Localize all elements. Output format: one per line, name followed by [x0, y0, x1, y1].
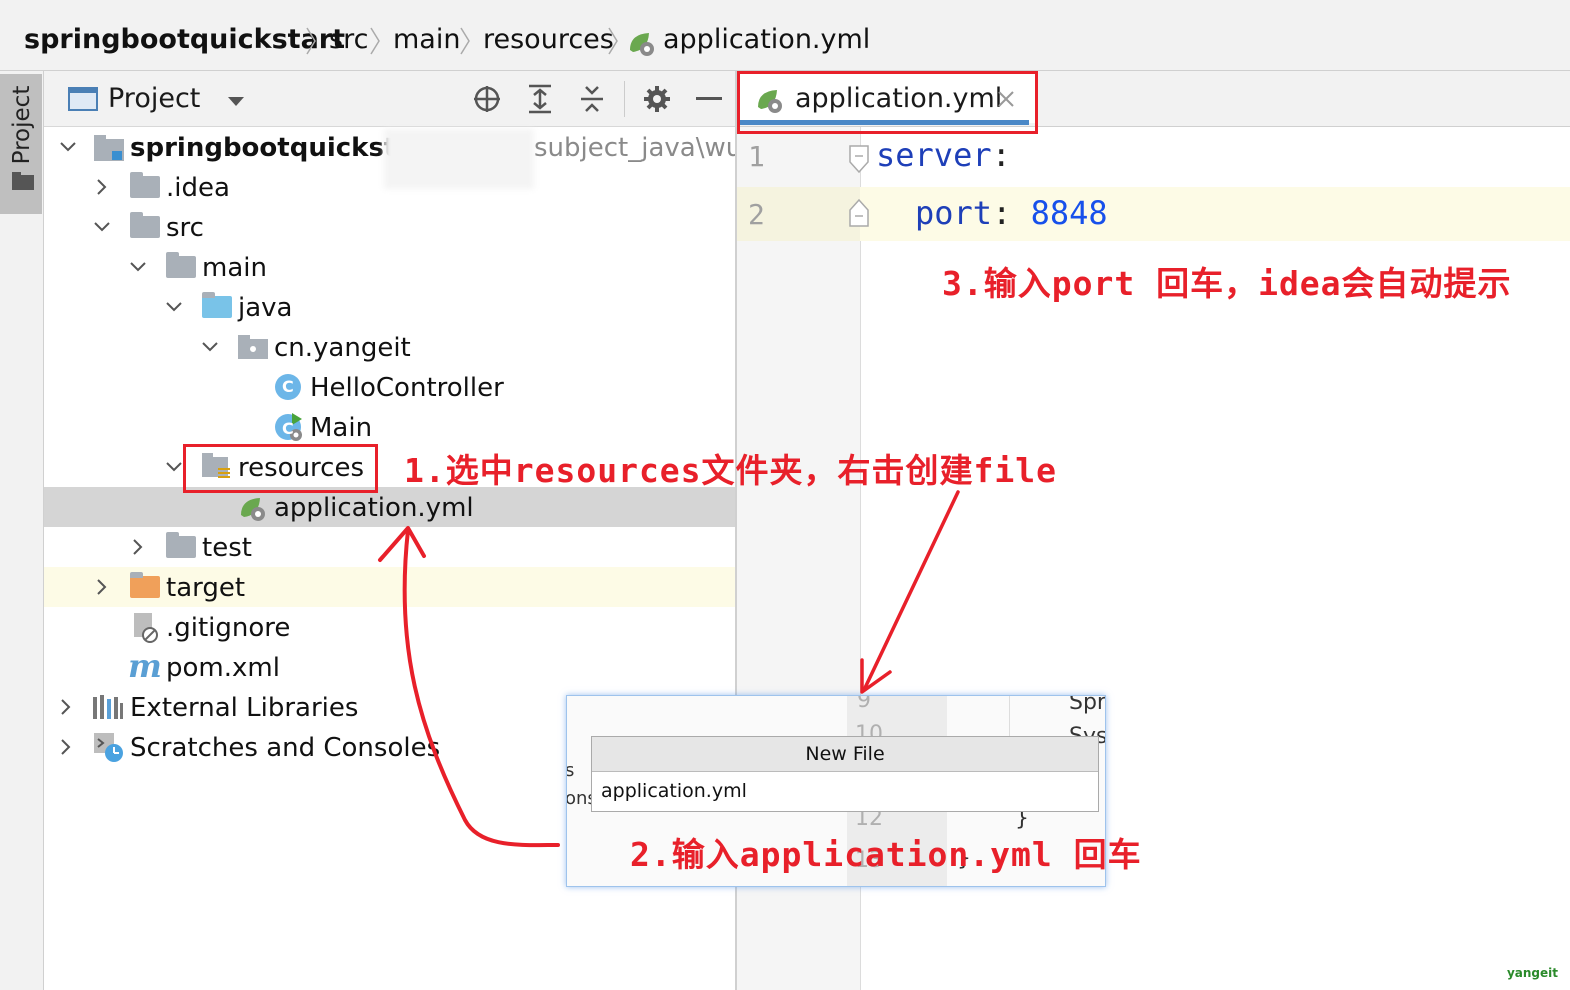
annotation-arrows	[378, 490, 960, 848]
annotation-arrowhead	[378, 526, 426, 562]
watermark: yangeit	[1506, 966, 1558, 980]
annotation-arrow-line	[862, 490, 960, 692]
annotation-arrow-curve	[402, 528, 560, 848]
